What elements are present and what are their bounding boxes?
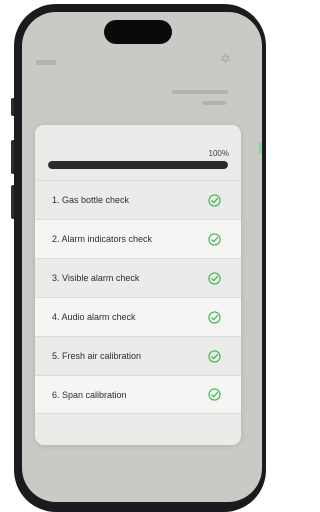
checklist-item-label: 1. Gas bottle check bbox=[52, 195, 130, 205]
checklist-item-label: 2. Alarm indicators check bbox=[52, 234, 153, 244]
checklist-item-audio-alarm: 4. Audio alarm check bbox=[35, 297, 241, 336]
checklist-item-label: 6. Span calibration bbox=[52, 389, 127, 400]
calibration-checklist-modal: 100% 1. Gas bottle check 2. Alarm indica… bbox=[35, 125, 241, 445]
checklist-item-alarm-indicators: 2. Alarm indicators check bbox=[35, 219, 241, 258]
checklist-item-label: 4. Audio alarm check bbox=[52, 312, 136, 322]
checklist-item-span-calibration: 6. Span calibration bbox=[35, 375, 241, 414]
check-circle-icon bbox=[208, 310, 221, 324]
progress-bar bbox=[48, 161, 228, 169]
background-caption-value bbox=[202, 101, 226, 105]
check-circle-icon bbox=[208, 193, 221, 207]
background-title bbox=[36, 60, 56, 65]
progress-bar-fill bbox=[48, 161, 228, 169]
checklist-item-fresh-air-calibration: 5. Fresh air calibration bbox=[35, 336, 241, 375]
background-settings-icon: ✲ bbox=[220, 51, 231, 66]
check-circle-icon bbox=[208, 349, 221, 363]
checklist-item-label: 5. Fresh air calibration bbox=[52, 351, 142, 361]
check-circle-icon bbox=[208, 232, 221, 246]
background-accent bbox=[259, 142, 262, 154]
checklist-item-gas-bottle: 1. Gas bottle check bbox=[35, 180, 241, 219]
background-caption bbox=[172, 90, 228, 94]
check-circle-icon bbox=[208, 388, 221, 401]
checklist: 1. Gas bottle check 2. Alarm indicators … bbox=[35, 180, 241, 414]
check-circle-icon bbox=[208, 271, 221, 285]
checklist-item-visible-alarm: 3. Visible alarm check bbox=[35, 258, 241, 297]
progress-percentage: 100% bbox=[208, 149, 229, 158]
dynamic-island bbox=[104, 20, 172, 44]
checklist-item-label: 3. Visible alarm check bbox=[52, 273, 140, 283]
